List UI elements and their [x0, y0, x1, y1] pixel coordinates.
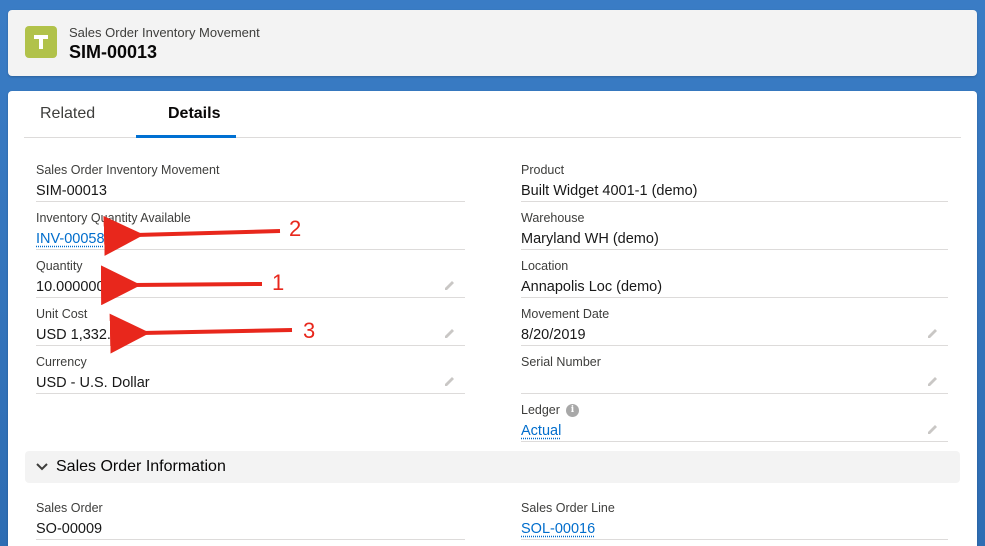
annotation-label-3: 3 — [303, 318, 316, 343]
annotation-label-2: 2 — [289, 216, 302, 241]
annotation-label-1: 1 — [272, 270, 285, 295]
annotation-arrows — [100, 215, 293, 354]
